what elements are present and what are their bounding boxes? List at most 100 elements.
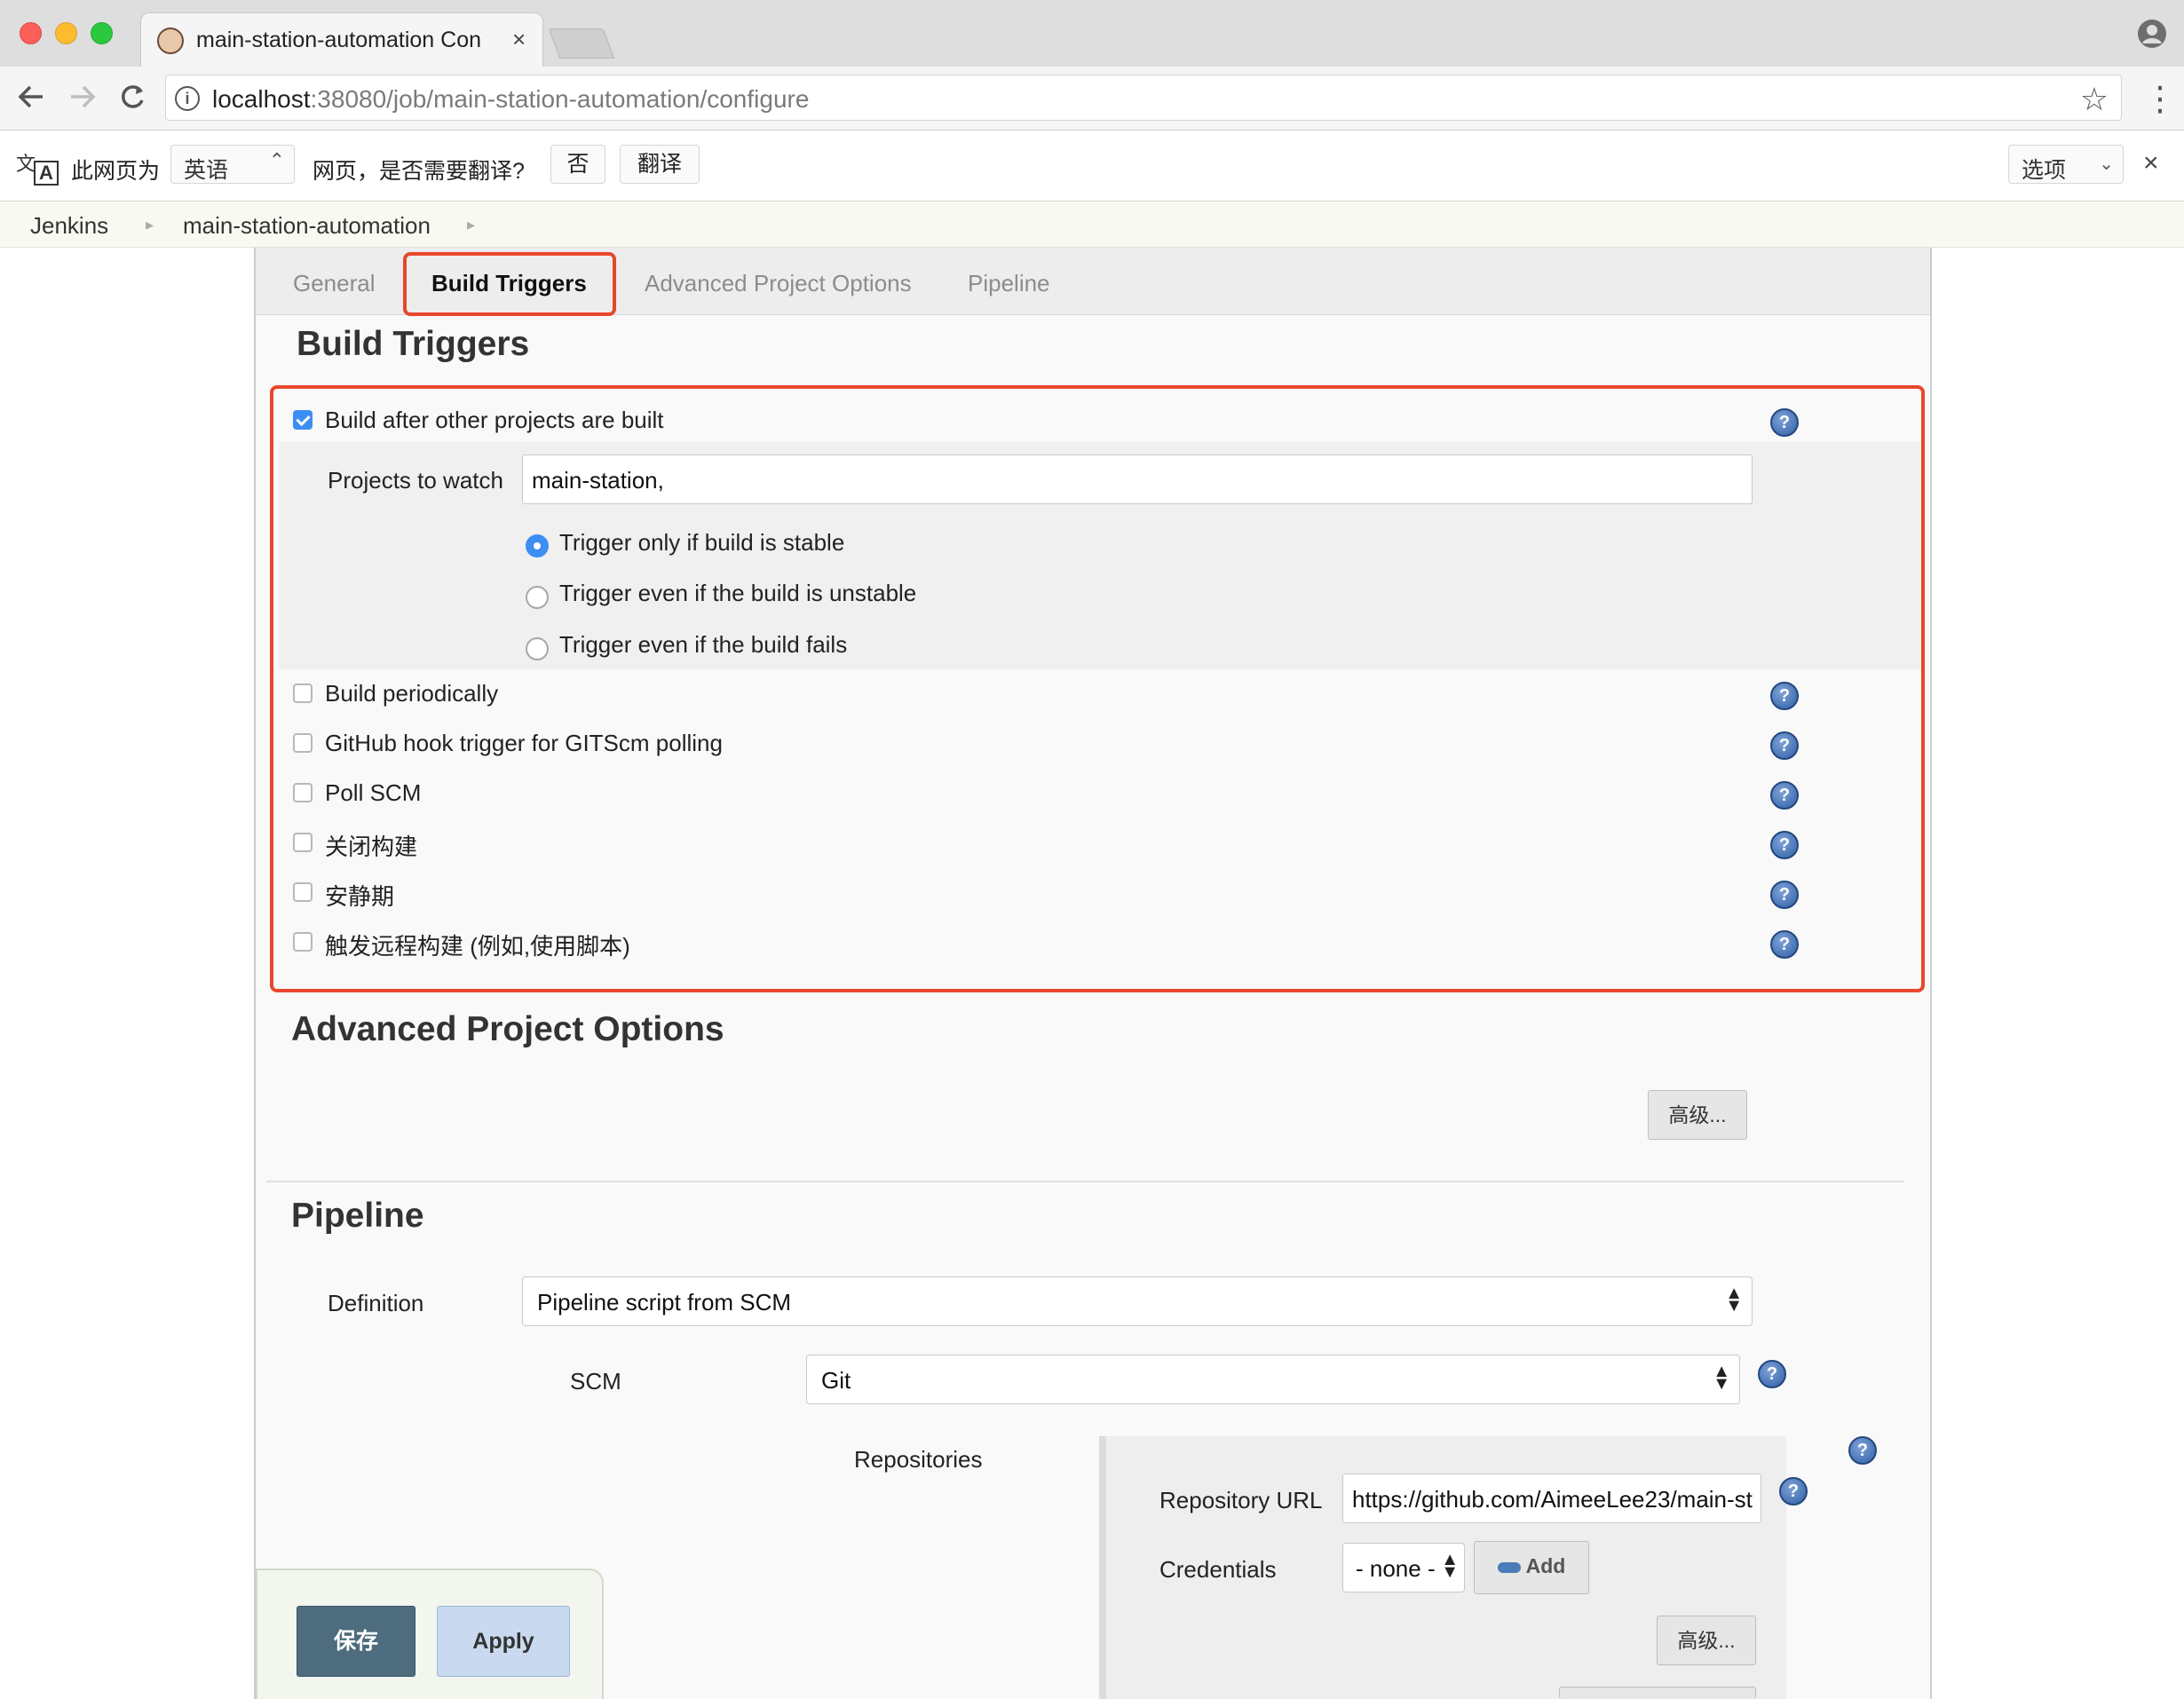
jenkins-favicon-icon (157, 28, 184, 54)
advanced-options-button[interactable]: 高级... (1648, 1090, 1747, 1140)
translate-close-icon[interactable]: × (2143, 148, 2159, 178)
language-select[interactable]: 英语 ⌃ (170, 145, 295, 184)
section-divider (266, 1181, 1903, 1182)
trigger-stable-label: Trigger only if build is stable (559, 529, 845, 556)
definition-label: Definition (328, 1290, 424, 1316)
help-icon[interactable]: ? (1779, 1477, 1808, 1505)
bookmark-star-icon[interactable]: ☆ (2080, 81, 2109, 118)
trigger-label: Poll SCM (325, 779, 422, 806)
tab-advanced-project-options[interactable]: Advanced Project Options (645, 270, 912, 297)
trigger-build-after-row[interactable]: Build after other projects are built (291, 396, 1925, 442)
maximize-window-button[interactable] (91, 22, 113, 44)
browser-titlebar: main-station-automation Confi × (0, 0, 2184, 67)
trigger-checkbox[interactable] (293, 833, 313, 852)
trigger-checkbox[interactable] (293, 733, 313, 753)
definition-select[interactable]: Pipeline script from SCM ▲ ▼ (522, 1276, 1753, 1326)
help-icon[interactable]: ? (1758, 1360, 1786, 1388)
scm-select[interactable]: Git ▲ ▼ (806, 1355, 1740, 1404)
tab-pipeline[interactable]: Pipeline (968, 270, 1050, 297)
build-after-checkbox[interactable] (293, 410, 313, 430)
trigger-fails-radio[interactable] (526, 637, 549, 660)
help-icon[interactable]: ? (1770, 930, 1799, 959)
help-icon[interactable]: ? (1770, 408, 1799, 437)
trigger-fails-label: Trigger even if the build fails (559, 631, 848, 658)
site-info-icon[interactable]: i (175, 86, 200, 111)
address-bar[interactable]: i localhost:38080/job/main-station-autom… (165, 75, 2122, 121)
breadcrumb-separator-icon: ▸ (146, 216, 154, 233)
help-icon[interactable]: ? (1770, 781, 1799, 810)
add-label: Add (1525, 1554, 1566, 1577)
tab-general[interactable]: General (293, 270, 376, 297)
save-apply-bar: 保存 Apply (256, 1569, 604, 1699)
trigger-stable-radio[interactable] (526, 534, 549, 557)
trigger-poll-scm-row[interactable]: Poll SCM (291, 769, 1925, 815)
browser-tab[interactable]: main-station-automation Confi × (140, 12, 543, 67)
projects-to-watch-label: Projects to watch (328, 467, 503, 494)
minimize-window-button[interactable] (55, 22, 77, 44)
browser-menu-icon[interactable]: ⋮ (2143, 79, 2177, 119)
translate-prefix: 此网页为 (71, 159, 161, 184)
projects-to-watch-input[interactable]: main-station, (522, 454, 1753, 504)
trigger-label: 安静期 (325, 883, 395, 910)
trigger-quiet-period-row[interactable]: 安静期 (291, 868, 1925, 914)
partial-button[interactable] (1559, 1687, 1756, 1699)
help-icon[interactable]: ? (1770, 682, 1799, 710)
trigger-checkbox[interactable] (293, 783, 313, 802)
repository-url-label: Repository URL (1159, 1487, 1323, 1513)
new-tab-button[interactable] (548, 28, 615, 59)
breadcrumb: Jenkins ▸ main-station-automation ▸ (0, 202, 2184, 248)
save-button[interactable]: 保存 (297, 1606, 415, 1677)
trigger-checkbox[interactable] (293, 684, 313, 703)
help-icon[interactable]: ? (1848, 1436, 1877, 1465)
close-window-button[interactable] (20, 22, 42, 44)
pipeline-heading: Pipeline (291, 1197, 424, 1235)
translate-question: 网页，是否需要翻译? (313, 159, 525, 184)
translate-icon: 文A (16, 148, 60, 186)
trigger-checkbox[interactable] (293, 882, 313, 902)
chevron-down-icon: ⌄ (2099, 154, 2114, 174)
build-triggers-heading: Build Triggers (297, 325, 530, 363)
trigger-github-hook-row[interactable]: GitHub hook trigger for GITScm polling (291, 719, 1925, 765)
trigger-label: 触发远程构建 (例如,使用脚本) (325, 933, 630, 960)
updown-arrow-icon: ▲ ▼ (1713, 1362, 1730, 1394)
trigger-label: Build periodically (325, 680, 499, 707)
trigger-unstable-label: Trigger even if the build is unstable (559, 580, 917, 606)
help-icon[interactable]: ? (1770, 731, 1799, 760)
scm-label: SCM (570, 1368, 621, 1395)
key-icon (1497, 1561, 1521, 1573)
help-icon[interactable]: ? (1770, 881, 1799, 909)
trigger-disable-build-row[interactable]: 关闭构建 (291, 818, 1925, 865)
repositories-label: Repositories (854, 1446, 983, 1473)
url-text: localhost:38080/job/main-station-automat… (212, 85, 810, 113)
forward-icon[interactable] (67, 79, 98, 122)
back-icon[interactable] (16, 79, 46, 122)
breadcrumb-separator-icon: ▸ (467, 216, 476, 233)
add-credentials-button[interactable]: Add (1474, 1541, 1589, 1594)
trigger-remote-build-row[interactable]: 触发远程构建 (例如,使用脚本) (291, 918, 1925, 964)
updown-arrow-icon: ▲ ▼ (1441, 1550, 1459, 1582)
translate-options-select[interactable]: 选项 ⌄ (2008, 145, 2124, 184)
translate-bar: 文A 此网页为 英语 ⌃ 网页，是否需要翻译? 否 翻译 选项 ⌄ × (0, 130, 2184, 202)
browser-toolbar: i localhost:38080/job/main-station-autom… (0, 67, 2184, 130)
trigger-unstable-radio[interactable] (526, 586, 549, 609)
advanced-options-heading: Advanced Project Options (291, 1010, 724, 1048)
apply-button[interactable]: Apply (437, 1606, 570, 1677)
trigger-label: GitHub hook trigger for GITScm polling (325, 730, 723, 756)
help-icon[interactable]: ? (1770, 831, 1799, 859)
no-translate-button[interactable]: 否 (550, 145, 605, 184)
build-after-label: Build after other projects are built (325, 407, 664, 433)
breadcrumb-job[interactable]: main-station-automation (183, 212, 431, 240)
tab-title: main-station-automation Confi (196, 28, 480, 52)
breadcrumb-jenkins[interactable]: Jenkins (30, 212, 108, 240)
translate-button[interactable]: 翻译 (620, 145, 700, 184)
profile-icon[interactable] (2138, 20, 2166, 48)
trigger-build-periodically-row[interactable]: Build periodically (291, 669, 1925, 715)
scm-advanced-button[interactable]: 高级... (1657, 1616, 1756, 1665)
chevron-updown-icon: ⌃ (268, 149, 285, 171)
trigger-checkbox[interactable] (293, 932, 313, 952)
reload-icon[interactable] (117, 79, 147, 122)
repository-url-input[interactable]: https://github.com/AimeeLee23/main-st (1342, 1474, 1761, 1523)
trigger-label: 关闭构建 (325, 834, 418, 860)
credentials-select[interactable]: - none - ▲ ▼ (1342, 1543, 1465, 1592)
tab-close-icon[interactable]: × (512, 26, 526, 53)
